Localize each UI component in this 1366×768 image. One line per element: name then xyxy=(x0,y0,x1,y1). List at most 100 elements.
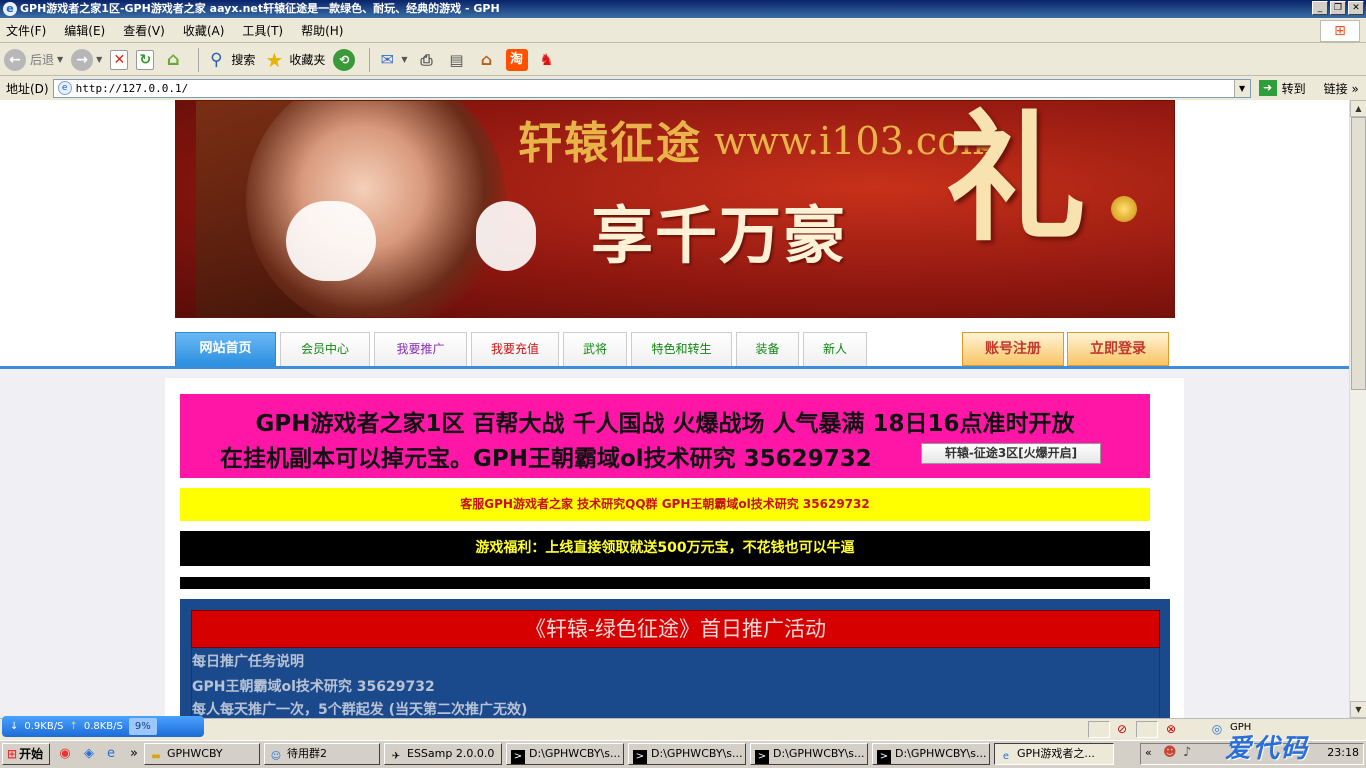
qq-group-icon: ☺ xyxy=(270,751,282,762)
go-label: 转到 xyxy=(1281,81,1306,96)
task-essamp[interactable]: ✈ ESSamp 2.0.0.0 xyxy=(384,743,502,765)
menu-favorites[interactable]: 收藏(A) xyxy=(183,22,225,39)
task-browser[interactable]: e GPH游戏者之... xyxy=(994,743,1114,765)
network-percent: 9% xyxy=(128,718,157,735)
task-console[interactable]: > D:\GPHWCBY\s... xyxy=(872,743,990,765)
task-console[interactable]: > D:\GPHWCBY\s... xyxy=(506,743,624,765)
task-folder[interactable]: ▬ GPHWCBY xyxy=(144,743,260,765)
forward-button[interactable]: → ▼ xyxy=(71,46,102,74)
console-icon: > xyxy=(755,750,769,764)
vertical-scrollbar[interactable]: ▲ ▼ xyxy=(1349,100,1366,718)
server-button[interactable]: 轩辕-征途3区[火爆开启] xyxy=(921,443,1101,464)
search-button[interactable]: ⚲ 搜索 xyxy=(205,46,255,74)
stop-button[interactable]: ✕ xyxy=(110,46,129,74)
forward-dropdown-icon[interactable]: ▼ xyxy=(96,55,102,64)
windows-flag-icon: ⊞ xyxy=(7,747,18,761)
stop-icon: ✕ xyxy=(110,49,129,70)
go-button[interactable]: ➜ 转到 xyxy=(1258,80,1306,97)
history-icon: ⟲ xyxy=(333,48,356,71)
home-button[interactable]: ⌂ xyxy=(162,46,184,74)
address-bar: 地址(D) e ▼ ➜ 转到 链接 » xyxy=(0,77,1366,99)
mail-icon: ✉ xyxy=(380,49,395,69)
taobao-button[interactable]: 淘 xyxy=(505,46,528,74)
quicklaunch-ie-icon[interactable]: e xyxy=(102,745,120,763)
nav-features[interactable]: 特色和转生 xyxy=(631,332,732,366)
scroll-up-icon[interactable]: ▲ xyxy=(1350,100,1366,117)
mail-dropdown-icon[interactable]: ▼ xyxy=(401,55,407,64)
back-button[interactable]: ← 后退 ▼ xyxy=(4,46,63,74)
nav-recharge[interactable]: 我要充值 xyxy=(471,332,559,366)
privacy-icon[interactable]: ⊗ xyxy=(1162,720,1180,738)
nav-label: 我要充值 xyxy=(490,342,539,356)
task-qq-group[interactable]: ☺ 待用群2 xyxy=(264,743,380,765)
download-arrow-icon: ↓ xyxy=(10,721,19,732)
nav-home[interactable]: 网站首页 xyxy=(175,332,276,366)
zone-icon: ◎ xyxy=(1211,722,1223,736)
banner-gift-char: 礼 xyxy=(946,100,1087,261)
nav-member[interactable]: 会员中心 xyxy=(280,332,370,366)
register-button[interactable]: 账号注册 xyxy=(962,332,1064,366)
address-input[interactable] xyxy=(75,80,1226,96)
scroll-thumb[interactable] xyxy=(1351,117,1366,390)
mail-button[interactable]: ✉ ▼ xyxy=(376,46,408,74)
printer-icon: ⎙ xyxy=(420,50,433,69)
quicklaunch-chrome-icon[interactable]: ◉ xyxy=(56,745,74,763)
console-icon: > xyxy=(633,750,647,764)
status-cell xyxy=(1088,721,1110,738)
refresh-button[interactable]: ↻ xyxy=(136,46,155,74)
start-button[interactable]: ⊞ 开始 xyxy=(2,743,50,765)
minimize-button[interactable]: _ xyxy=(1312,1,1328,15)
menu-file[interactable]: 文件(F) xyxy=(6,22,46,39)
menu-help[interactable]: 帮助(H) xyxy=(301,22,343,39)
task-console[interactable]: > D:\GPHWCBY\s... xyxy=(628,743,746,765)
address-label: 地址(D) xyxy=(6,81,49,96)
restore-button[interactable]: ❐ xyxy=(1330,1,1346,15)
print-button[interactable]: ⎙ xyxy=(416,46,438,74)
nav-generals[interactable]: 武将 xyxy=(563,332,627,366)
banner-character xyxy=(246,101,506,317)
nav-underline xyxy=(0,366,1349,369)
search-label: 搜索 xyxy=(231,53,256,67)
house-icon: ⌂ xyxy=(480,49,493,69)
popup-blocked-icon[interactable]: ⊘ xyxy=(1113,720,1131,738)
menu-view[interactable]: 查看(V) xyxy=(123,22,165,39)
quicklaunch-more-icon[interactable]: » xyxy=(125,745,143,763)
announcement-line-2: 在挂机副本可以掉元宝。GPH王朝霸域ol技术研究 35629732 xyxy=(220,446,872,472)
watermark-logo: 爱代码 xyxy=(1225,734,1310,764)
login-button[interactable]: 立即登录 xyxy=(1067,332,1169,366)
nav-equipment[interactable]: 装备 xyxy=(736,332,799,366)
menu-bar: 文件(F) 编辑(E) 查看(V) 收藏(A) 工具(T) 帮助(H) ⊞ xyxy=(0,19,1366,43)
search-icon: ⚲ xyxy=(210,49,223,70)
game-banner[interactable]: 轩辕征途 www.i103.com 享千万豪 礼 xyxy=(175,100,1175,318)
history-button[interactable]: ⟲ xyxy=(333,46,356,74)
nav-newbie[interactable]: 新人 xyxy=(803,332,867,366)
menu-tools[interactable]: 工具(T) xyxy=(242,22,283,39)
site-nav: 网站首页 会员中心 我要推广 我要充值 武将 特色和转生 装备 新人 xyxy=(175,332,871,366)
tray-expand-icon[interactable]: « xyxy=(1145,746,1152,759)
menu-edit[interactable]: 编辑(E) xyxy=(64,22,105,39)
mario-button[interactable]: ♞ xyxy=(536,46,558,74)
announcement-banner: GPH游戏者之家1区 百帮大战 千人国战 火爆战场 人气暴满 18日16点准时开… xyxy=(180,394,1150,478)
toolbar: ← 后退 ▼ → ▼ ✕ ↻ ⌂ ⚲ 搜索 ★ 收藏夹 ⟲ ✉ ▼ ⎙ ▤ ⌂ … xyxy=(0,44,1366,76)
network-monitor: ↓ 0.9KB/S ↑ 0.8KB/S 9% xyxy=(2,716,204,737)
task-label: D:\GPHWCBY\s... xyxy=(529,747,621,760)
console-icon: > xyxy=(511,750,525,764)
edit-button[interactable]: ▤ xyxy=(446,46,468,74)
close-button[interactable]: ✕ xyxy=(1348,1,1364,15)
quicklaunch-shield-icon[interactable]: ◈ xyxy=(80,745,98,763)
console-icon: > xyxy=(877,750,891,764)
address-dropdown-icon[interactable]: ▼ xyxy=(1233,79,1250,97)
task-console[interactable]: > D:\GPHWCBY\s... xyxy=(750,743,868,765)
links-button[interactable]: 链接 » xyxy=(1324,80,1359,97)
house-button[interactable]: ⌂ xyxy=(476,46,498,74)
banner-game-title: 轩辕征途 xyxy=(518,118,702,169)
tray-volume-icon[interactable]: ♪ xyxy=(1183,745,1191,760)
nav-promote[interactable]: 我要推广 xyxy=(374,332,467,366)
back-dropdown-icon[interactable]: ▼ xyxy=(57,55,63,64)
toolbar-separator xyxy=(198,47,200,72)
scroll-down-icon[interactable]: ▼ xyxy=(1350,701,1366,718)
tray-app-icon[interactable]: ☻ xyxy=(1163,745,1177,760)
favorites-button[interactable]: ★ 收藏夹 xyxy=(263,46,325,74)
welfare-bar: 游戏福利：上线直接领取就送500万元宝，不花钱也可以牛逼 xyxy=(180,531,1150,566)
nav-label: 特色和转生 xyxy=(651,342,712,356)
